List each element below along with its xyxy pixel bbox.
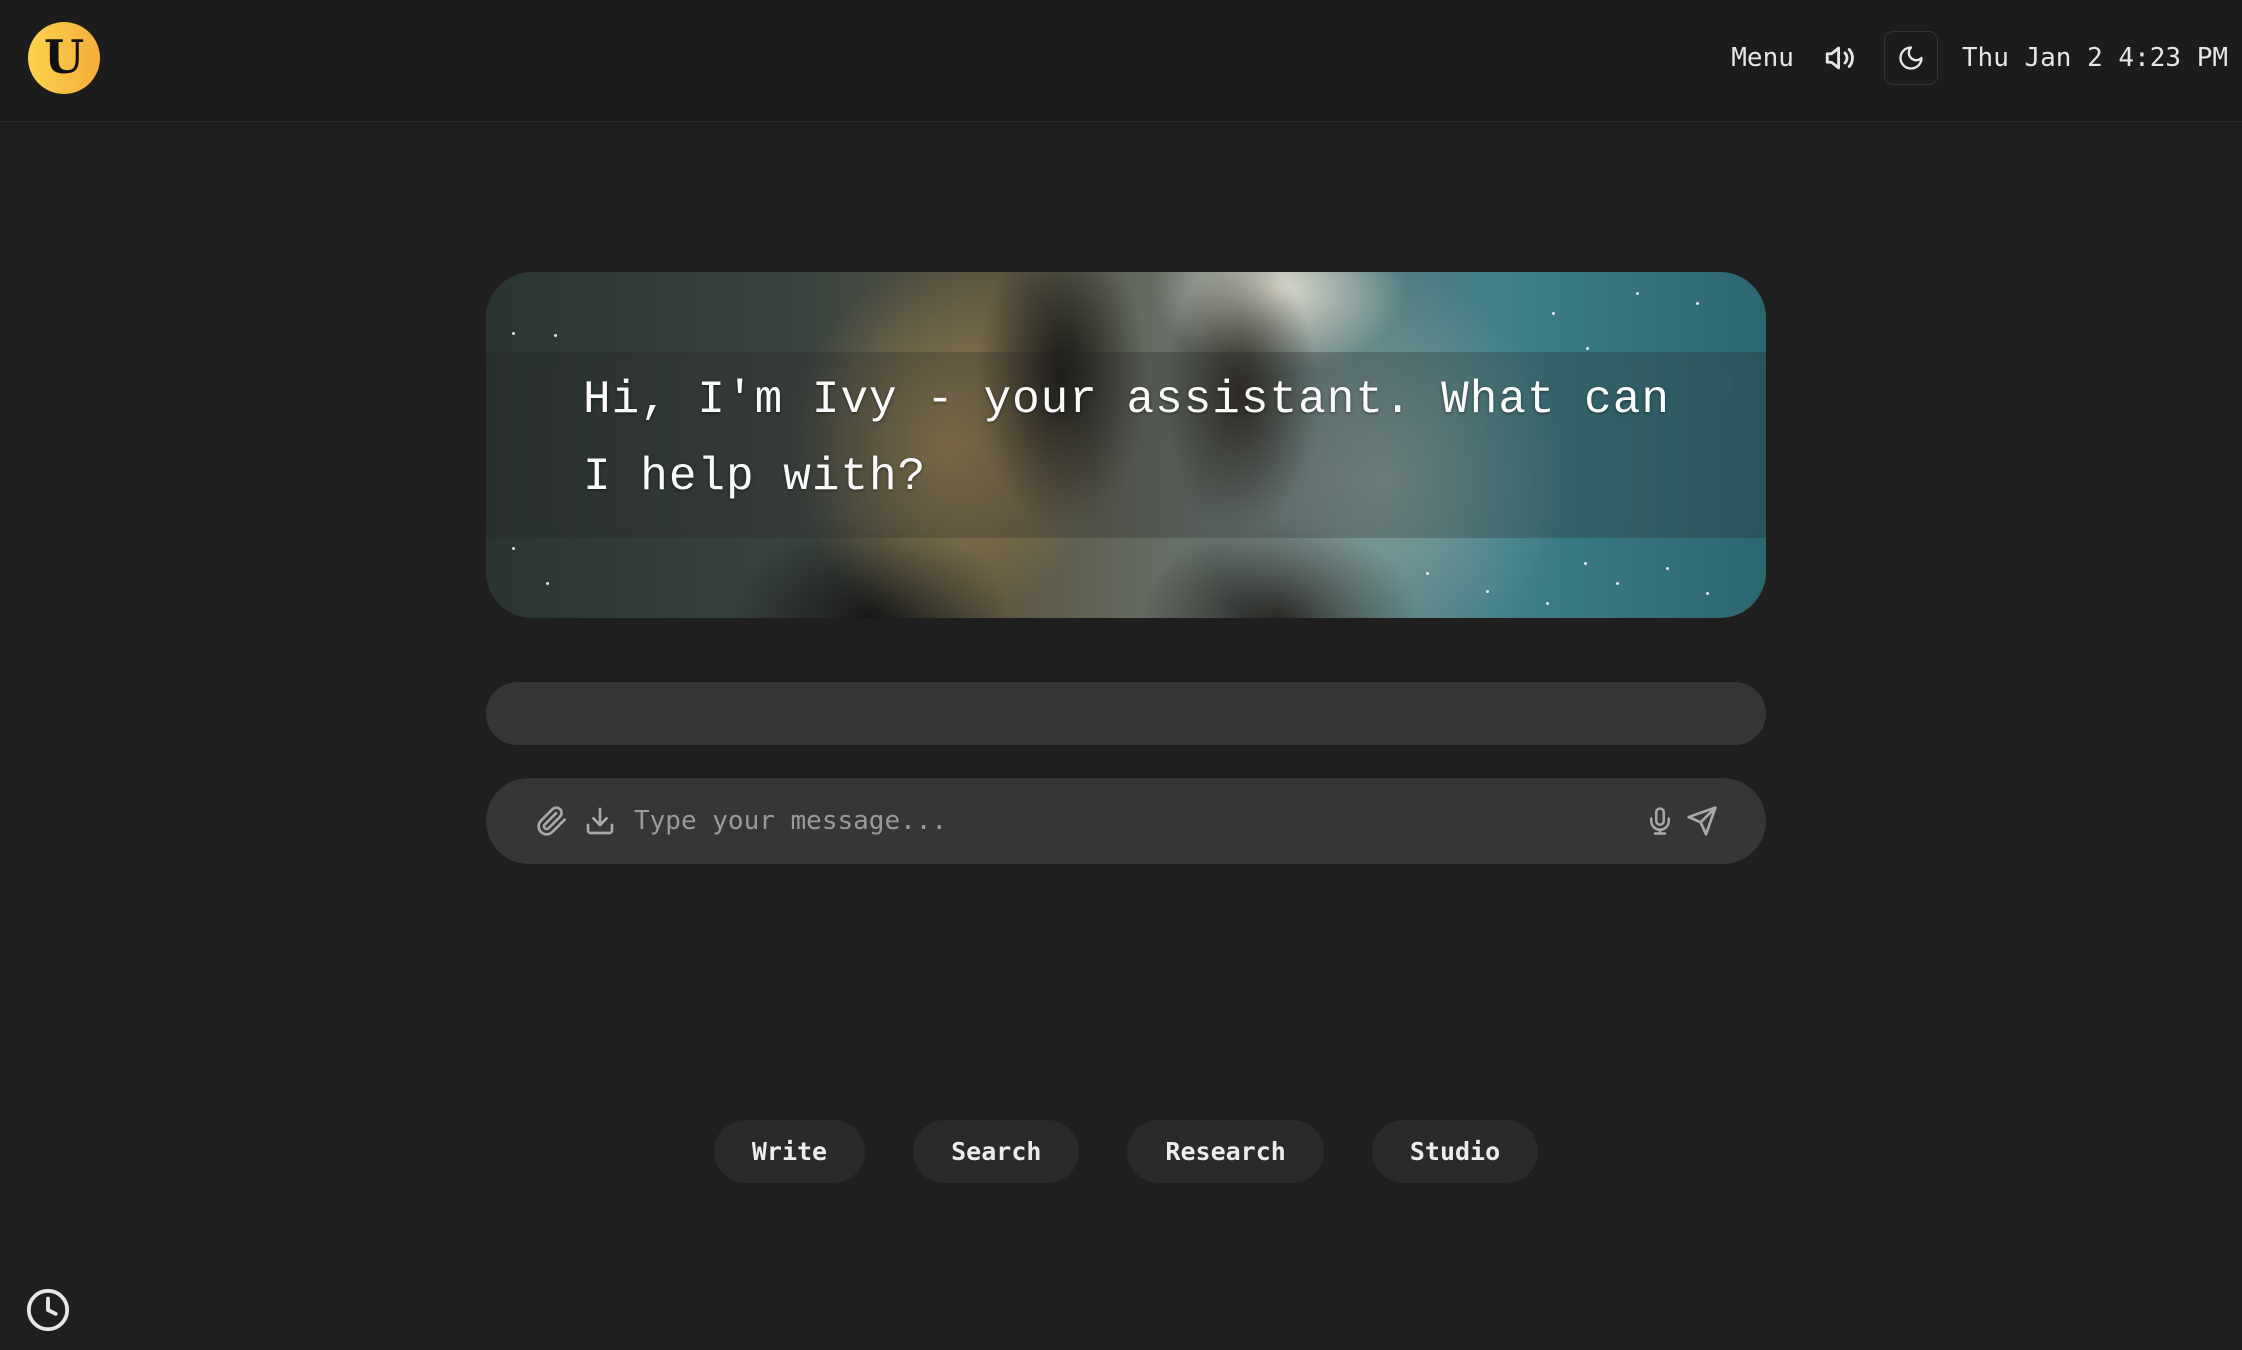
sound-toggle-button[interactable] — [1820, 38, 1860, 78]
attach-button[interactable] — [532, 801, 572, 841]
suggestion-chips: Write Search Research Studio — [0, 1120, 2242, 1183]
top-header: U Menu Thu Jan 2 4:23 PM — [0, 0, 2242, 122]
history-button[interactable] — [24, 1286, 72, 1334]
paperclip-icon — [537, 806, 566, 836]
speaker-volume-icon — [1825, 46, 1854, 70]
microphone-icon — [1650, 807, 1670, 835]
suggestion-search[interactable]: Search — [913, 1120, 1080, 1183]
theme-toggle-button[interactable] — [1883, 31, 1938, 85]
logo[interactable]: U — [28, 22, 100, 94]
suggestion-studio[interactable]: Studio — [1371, 1120, 1539, 1183]
header-controls: Menu Thu Jan 2 4:23 PM — [1731, 31, 2228, 85]
clock-icon — [26, 1288, 70, 1332]
voice-input-button[interactable] — [1642, 801, 1678, 841]
send-button[interactable] — [1682, 801, 1722, 841]
message-input[interactable] — [632, 805, 1642, 837]
suggestion-write[interactable]: Write — [713, 1120, 866, 1183]
message-composer — [486, 778, 1766, 864]
greeting-card: Hi, I'm Ivy - your assistant. What can I… — [486, 272, 1766, 618]
moon-icon — [1899, 46, 1923, 70]
menu-button[interactable]: Menu — [1731, 43, 1794, 73]
datetime-display: Thu Jan 2 4:23 PM — [1961, 43, 2228, 73]
download-button[interactable] — [580, 801, 620, 841]
greeting-text: Hi, I'm Ivy - your assistant. What can I… — [583, 374, 1670, 503]
send-icon — [1687, 806, 1717, 836]
download-icon — [586, 807, 614, 835]
suggestion-research[interactable]: Research — [1127, 1120, 1324, 1183]
status-bar — [486, 682, 1766, 745]
logo-letter: U — [43, 30, 85, 84]
